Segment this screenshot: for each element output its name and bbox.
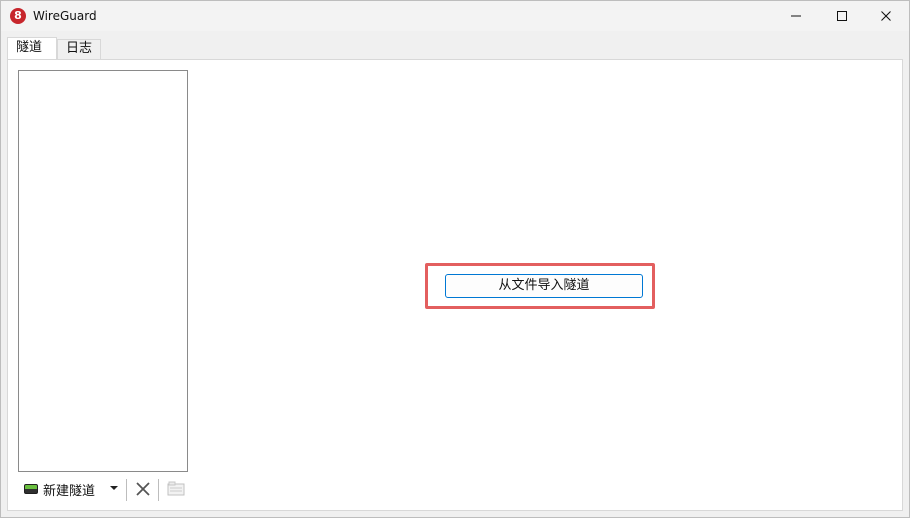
tunnel-list[interactable] [18,70,188,472]
title-bar: 8 WireGuard [1,1,909,31]
toolbar-separator [126,479,127,501]
maximize-button[interactable] [819,1,865,31]
delete-tunnel-button[interactable] [132,476,154,502]
import-tunnel-from-file-button[interactable]: 从文件导入隧道 [445,274,643,298]
tab-log[interactable]: 日志 [57,39,101,59]
add-tunnel-icon [24,484,38,494]
delete-icon [136,482,150,496]
maximize-icon [837,11,847,21]
wireguard-window: 8 WireGuard 隧道 日志 新建隧道 从文件导入隧道 [0,0,910,518]
toolbar-separator [158,479,159,501]
tunnel-toolbar: 新建隧道 [18,474,198,504]
minimize-button[interactable] [773,1,819,31]
wireguard-app-icon: 8 [10,8,26,24]
close-button[interactable] [863,1,909,31]
close-icon [881,11,891,21]
tunnels-page: 新建隧道 从文件导入隧道 [7,59,903,511]
add-tunnel-label: 新建隧道 [43,483,96,499]
add-tunnel-dropdown-icon[interactable] [110,486,118,490]
tab-tunnels[interactable]: 隧道 [7,37,57,59]
window-title: WireGuard [33,9,97,23]
export-tunnels-button[interactable] [164,476,188,502]
minimize-icon [791,15,801,17]
export-icon [167,481,185,496]
